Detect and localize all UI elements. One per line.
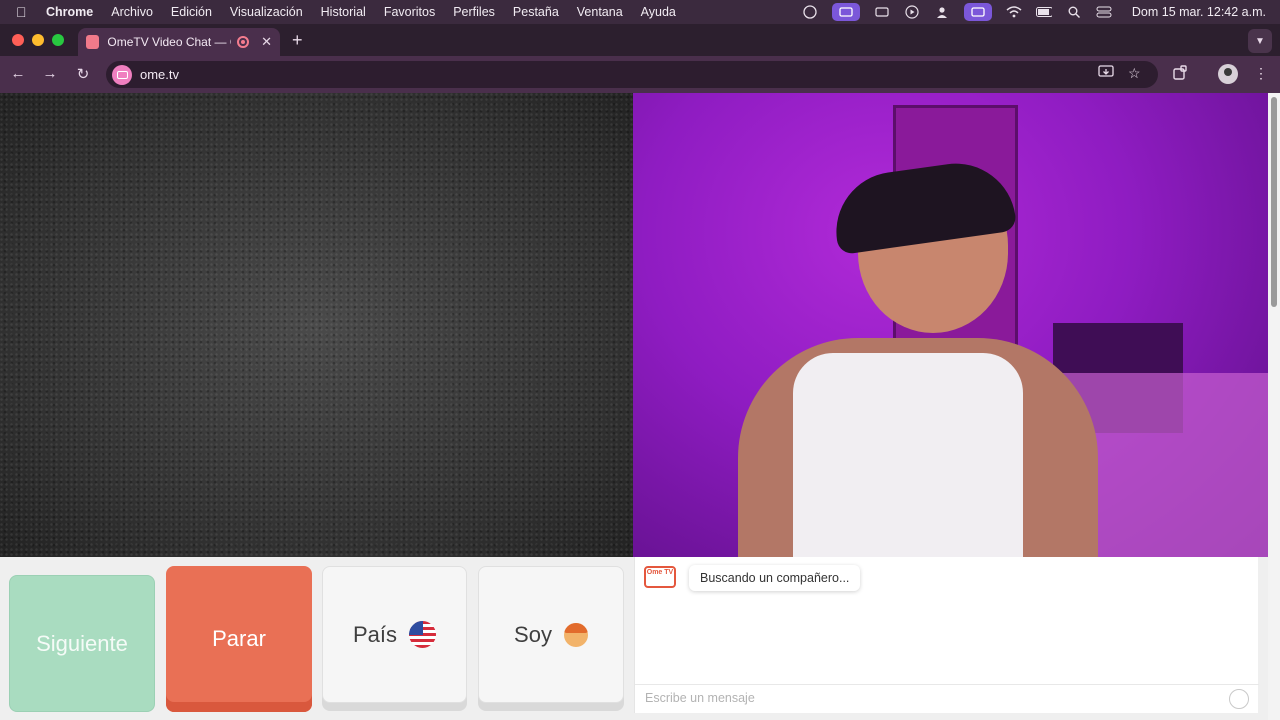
country-button[interactable]: País [322, 566, 467, 703]
person-tanktop [793, 353, 1023, 557]
window-mirror-icon[interactable] [963, 3, 992, 21]
menubar-status-area: Dom 15 mar. 12:42 a.m. [802, 0, 1266, 24]
site-info-camera-icon[interactable] [112, 65, 132, 85]
tab-search-chevron-icon[interactable]: ▼ [1248, 29, 1272, 53]
chat-status-message: Buscando un compañero... [689, 565, 861, 591]
stop-button[interactable]: Parar [166, 566, 312, 712]
self-camera-video [633, 93, 1268, 557]
bookmark-star-icon[interactable]: ☆ [1128, 65, 1141, 82]
gender-button[interactable]: Soy [478, 566, 624, 703]
menu-ventana[interactable]: Ventana [577, 5, 623, 19]
ometv-logo-icon: Ome TV [644, 566, 676, 588]
globe-icon[interactable] [802, 5, 818, 19]
window-minimize-button[interactable] [32, 34, 44, 46]
more-menu-icon[interactable]: ⋮ [1254, 65, 1268, 82]
menu-pestana[interactable]: Pestaña [513, 5, 559, 19]
menubar-datetime[interactable]: Dom 15 mar. 12:42 a.m. [1132, 5, 1266, 19]
partner-video-static [0, 93, 633, 557]
menu-archivo[interactable]: Archivo [111, 5, 153, 19]
search-icon[interactable] [1066, 5, 1082, 19]
menu-edicion[interactable]: Edición [171, 5, 212, 19]
emoji-picker-icon[interactable] [1229, 689, 1249, 709]
wifi-icon[interactable] [1006, 5, 1022, 19]
apple-icon[interactable]:  [16, 4, 36, 20]
user-icon[interactable] [934, 5, 950, 19]
back-arrow-icon[interactable]: ← [8, 65, 28, 82]
window-close-button[interactable] [12, 34, 24, 46]
profile-avatar[interactable] [1218, 64, 1238, 84]
next-button[interactable]: Siguiente [9, 575, 155, 712]
play-icon[interactable] [904, 5, 920, 19]
tab-favicon-icon [86, 35, 100, 49]
menu-ayuda[interactable]: Ayuda [641, 5, 676, 19]
tab-ometv[interactable]: OmeTV Video Chat — Om ✕ [78, 28, 280, 56]
window-maximize-button[interactable] [52, 34, 64, 46]
chat-panel: Ome TV Buscando un compañero... [634, 557, 1259, 713]
ometv-page: Siguiente Parar País Soy Ome TV Buscando… [0, 93, 1268, 720]
tab-close-icon[interactable]: ✕ [261, 34, 272, 50]
forward-arrow-icon[interactable]: → [40, 65, 60, 82]
chat-message-input[interactable] [635, 685, 1195, 711]
menu-app-chrome[interactable]: Chrome [46, 5, 93, 19]
screen-share-icon[interactable] [831, 3, 860, 21]
macos-menu-bar:  Chrome Archivo Edición Visualización H… [0, 0, 1280, 24]
chat-input-bar [635, 684, 1259, 712]
reload-icon[interactable]: ↻ [73, 65, 93, 83]
battery-icon[interactable] [1035, 5, 1052, 19]
recording-indicator-icon [237, 36, 250, 48]
extensions-icon[interactable] [1172, 65, 1188, 84]
browser-tab-strip: OmeTV Video Chat — Om ✕ + ▼ [0, 24, 1280, 56]
address-bar[interactable]: ome.tv ☆ [106, 61, 1158, 88]
browser-toolbar: ← → ↻ ome.tv ☆ ⋮ [0, 56, 1280, 93]
gender-label: Soy [514, 621, 552, 647]
tab-title: OmeTV Video Chat — Om [107, 35, 231, 49]
address-url[interactable]: ome.tv [140, 67, 179, 82]
boy-avatar-icon [563, 622, 588, 647]
country-label: País [352, 621, 398, 647]
page-scrollbar[interactable] [1268, 93, 1280, 720]
menu-perfiles[interactable]: Perfiles [453, 5, 495, 19]
new-tab-button[interactable]: + [292, 30, 303, 51]
control-center-icon[interactable] [1096, 5, 1112, 19]
scrollbar-thumb[interactable] [1271, 97, 1277, 307]
menu-visualizacion[interactable]: Visualización [230, 5, 303, 19]
keyboard-icon[interactable] [874, 5, 890, 19]
install-app-icon[interactable] [1098, 65, 1114, 82]
us-flag-icon [409, 621, 437, 648]
menu-favoritos[interactable]: Favoritos [384, 5, 435, 19]
menu-historial[interactable]: Historial [321, 5, 366, 19]
